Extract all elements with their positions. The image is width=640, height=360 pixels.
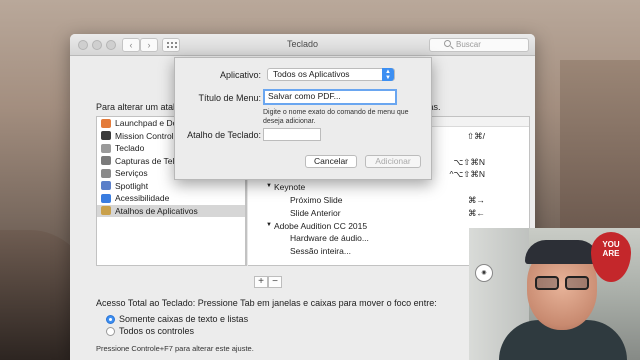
menu-title-field[interactable]: Salvar como PDF... xyxy=(263,89,397,105)
radio-unselected-icon xyxy=(106,326,115,336)
keyboard-shortcut-field[interactable] xyxy=(263,128,321,141)
shortcut-row[interactable]: ▼ Keynote xyxy=(248,182,529,194)
popup-arrows-icon: ▲ ▼ xyxy=(382,68,394,81)
category-label: Teclado xyxy=(115,143,145,154)
webcam-overlay: ◉ YOU ARE xyxy=(469,228,640,360)
category-icon xyxy=(101,131,111,141)
category-icon xyxy=(101,193,111,203)
category-label: Atalhos de Aplicativos xyxy=(115,205,198,216)
category-label: Capturas de Tela xyxy=(115,155,180,166)
shortcut-row[interactable]: Slide Anterior ⌘← xyxy=(248,208,529,220)
radio-label: Todos os controles xyxy=(119,326,195,336)
application-popup[interactable]: Todos os Aplicativos ▲ ▼ xyxy=(267,68,395,81)
category-icon xyxy=(101,168,111,178)
category-item[interactable]: Acessibilidade xyxy=(97,192,245,205)
presenter-cap xyxy=(525,240,599,264)
shortcut-row-key: ^⌥⇧⌘N xyxy=(449,169,485,180)
shortcut-row-label: Hardware de áudio... xyxy=(290,233,369,244)
full-access-hint: Pressione Controle+F7 para alterar este … xyxy=(96,344,254,353)
category-item[interactable]: Atalhos de Aplicativos xyxy=(97,204,245,217)
category-label: Acessibilidade xyxy=(115,193,170,204)
search-icon xyxy=(444,40,451,47)
search-placeholder: Buscar xyxy=(456,40,481,49)
shortcut-row-key: ⌘→ xyxy=(468,195,485,205)
shortcut-row-label: Próximo Slide xyxy=(290,195,343,205)
glasses-left xyxy=(535,276,559,290)
shortcut-row-label: Slide Anterior xyxy=(290,207,341,218)
menu-title-help: Digite o nome exato do comando de menu q… xyxy=(263,109,409,125)
keyboard-shortcut-label: Atalho de Teclado: xyxy=(187,130,261,140)
category-label: Mission Control xyxy=(115,130,174,141)
shortcut-row[interactable]: Próximo Slide ⌘→ xyxy=(248,195,529,207)
desktop-background-right xyxy=(560,60,640,230)
category-item[interactable]: Spotlight xyxy=(97,180,245,193)
wifi-sticker-icon: ◉ xyxy=(475,264,493,282)
category-icon xyxy=(101,206,111,216)
add-shortcut-button[interactable]: + xyxy=(254,276,268,288)
application-popup-value: Todos os Aplicativos xyxy=(273,69,350,79)
category-label: Spotlight xyxy=(115,180,149,191)
add-button[interactable]: Adicionar xyxy=(365,155,421,168)
category-icon xyxy=(101,143,111,153)
disclosure-triangle-icon[interactable]: ▼ xyxy=(266,222,272,228)
intro-text-left: Para alterar um atalh xyxy=(96,102,181,112)
logo-badge: YOU ARE xyxy=(591,232,631,282)
application-label: Aplicativo: xyxy=(219,70,261,80)
shortcut-row-key: ⌥⇧⌘N xyxy=(453,156,485,167)
radio-all-controls[interactable]: Todos os controles xyxy=(106,326,194,336)
shortcut-row-label: Sessão inteira... xyxy=(290,246,351,257)
add-shortcut-sheet: Aplicativo: Todos os Aplicativos ▲ ▼ Títu… xyxy=(174,57,432,180)
shortcut-row-key: ⌘← xyxy=(468,207,485,218)
category-label: Serviços xyxy=(115,168,148,179)
glasses-right xyxy=(565,276,589,290)
title-bar: ‹ › Teclado Buscar xyxy=(70,34,535,56)
radio-text-boxes-and-lists[interactable]: Somente caixas de texto e listas xyxy=(106,314,248,324)
category-icon xyxy=(101,118,111,128)
disclosure-triangle-icon[interactable]: ▼ xyxy=(266,183,272,189)
radio-selected-icon xyxy=(106,314,115,324)
category-icon xyxy=(101,156,111,166)
search-field[interactable]: Buscar xyxy=(429,38,529,52)
category-icon xyxy=(101,181,111,191)
radio-label: Somente caixas de texto e listas xyxy=(119,314,249,324)
cancel-button[interactable]: Cancelar xyxy=(305,155,357,168)
menu-title-label: Título de Menu: xyxy=(198,93,261,103)
shortcut-row-key: ⇧⌘/ xyxy=(467,131,485,141)
shortcut-row-label: Keynote xyxy=(274,182,306,193)
remove-shortcut-button[interactable]: − xyxy=(268,276,282,288)
shortcut-row-label: Adobe Audition CC 2015 xyxy=(274,220,368,231)
full-keyboard-access-label: Acesso Total ao Teclado: Pressione Tab e… xyxy=(96,298,437,308)
